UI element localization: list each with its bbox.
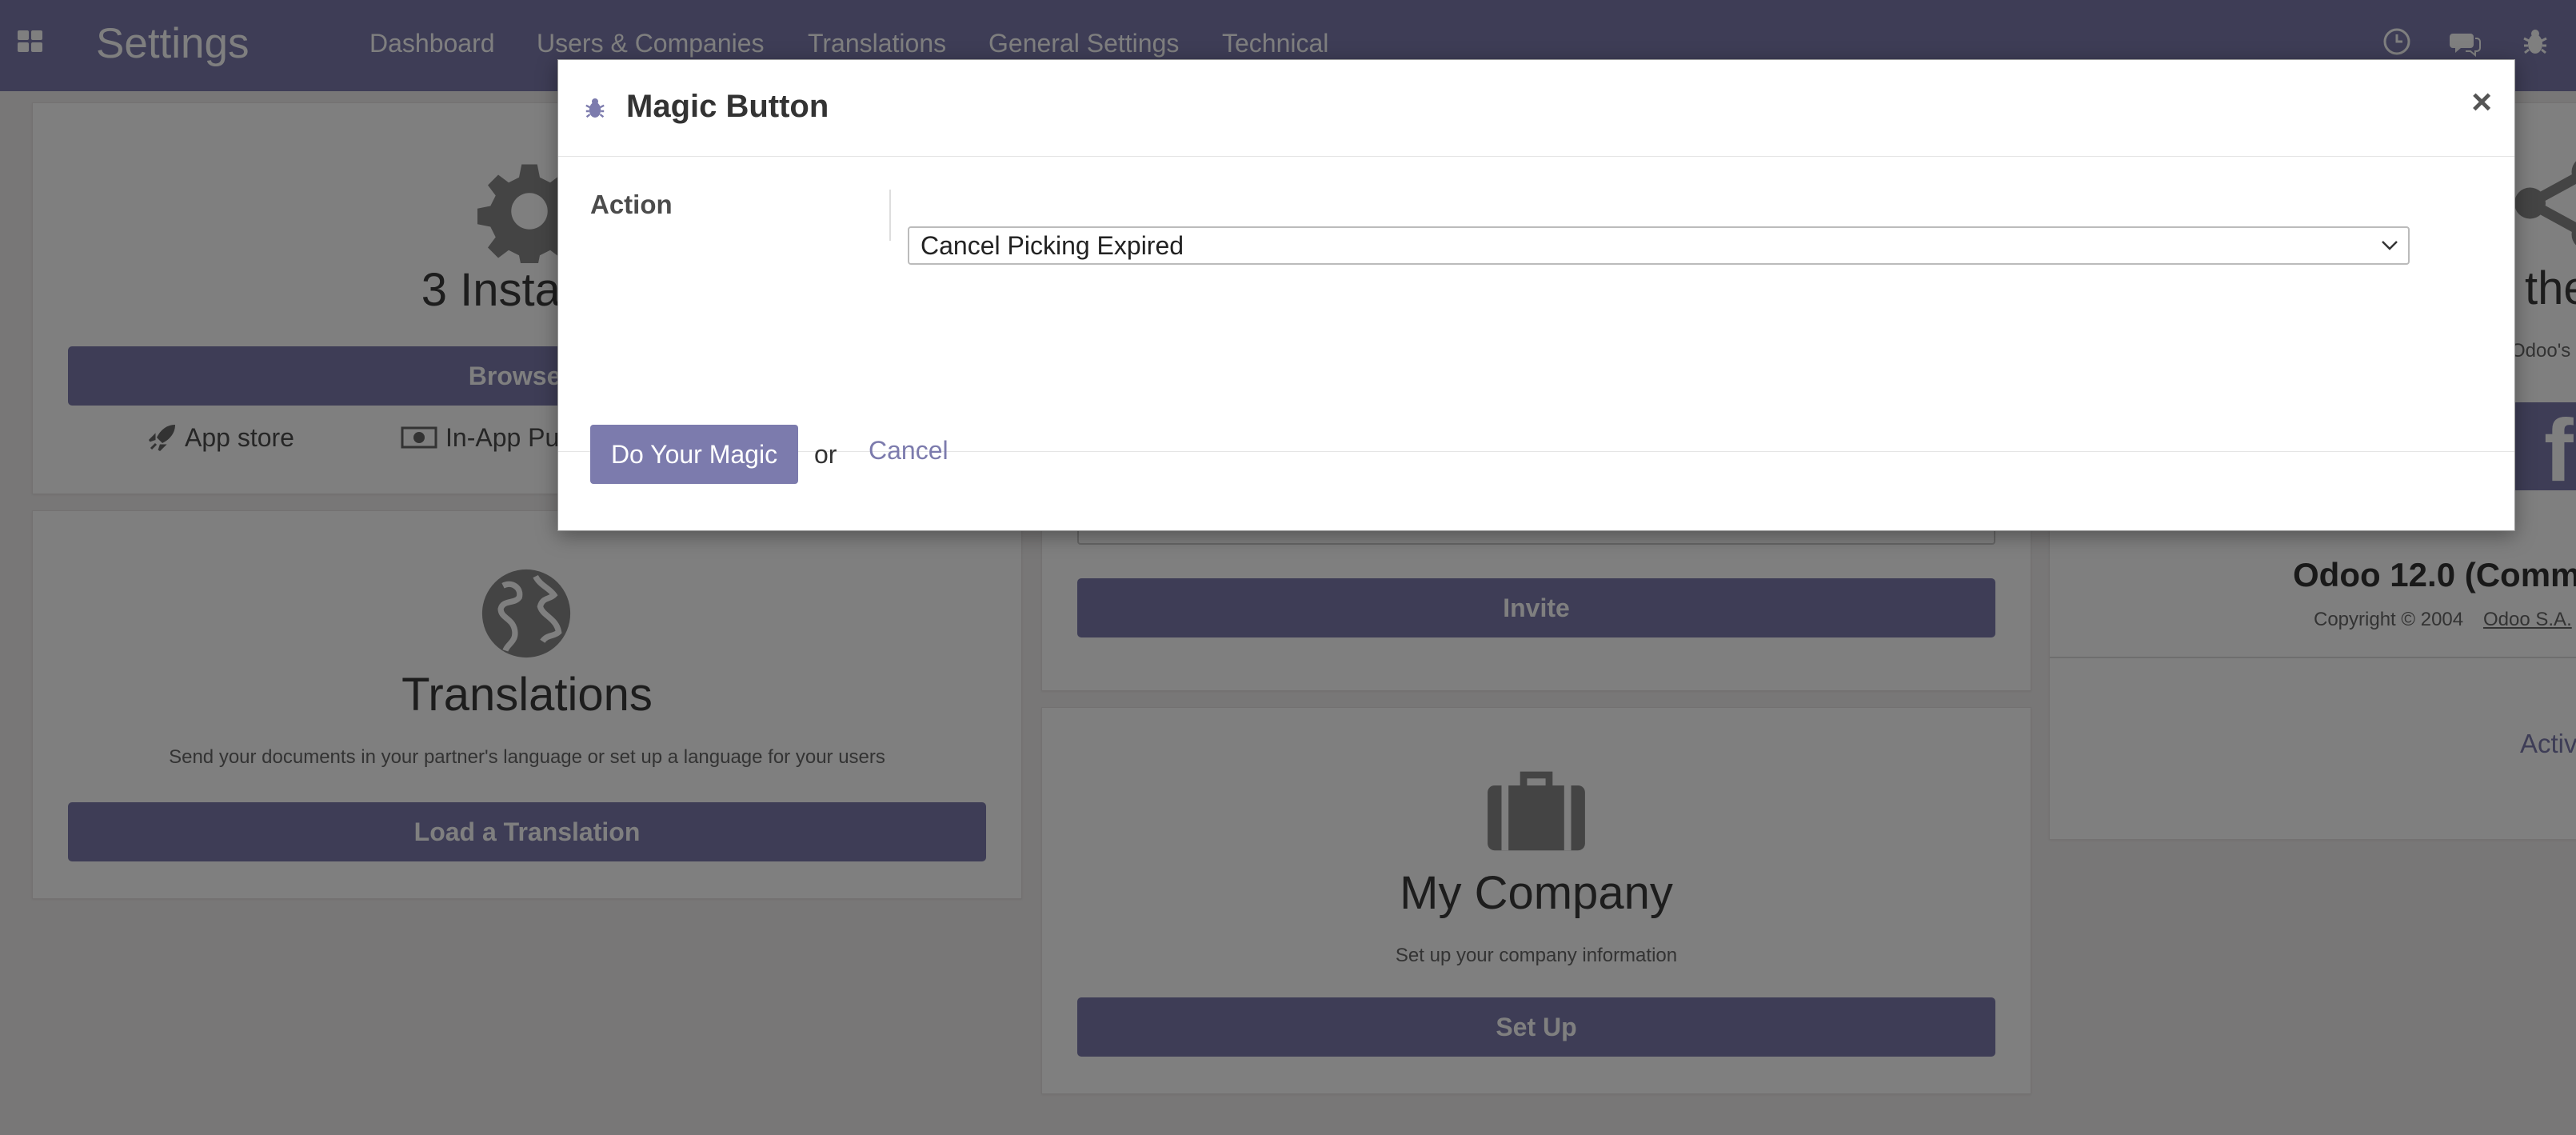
do-your-magic-button[interactable]: Do Your Magic — [590, 425, 798, 484]
cancel-button[interactable]: Cancel — [869, 436, 949, 466]
chevron-down-icon — [2382, 241, 2398, 250]
action-select-value: Cancel Picking Expired — [921, 231, 1184, 260]
magic-button-dialog: Magic Button × Action Cancel Picking Exp… — [557, 59, 2515, 531]
dialog-header: Magic Button × — [558, 60, 2514, 157]
close-icon[interactable]: × — [2471, 82, 2492, 122]
field-separator — [889, 190, 891, 241]
bug-icon — [585, 98, 605, 118]
action-select[interactable]: Cancel Picking Expired — [908, 226, 2410, 265]
action-label: Action — [590, 190, 673, 219]
or-text: or — [814, 440, 837, 469]
dialog-title: Magic Button — [626, 89, 829, 124]
dialog-body — [558, 157, 2514, 452]
